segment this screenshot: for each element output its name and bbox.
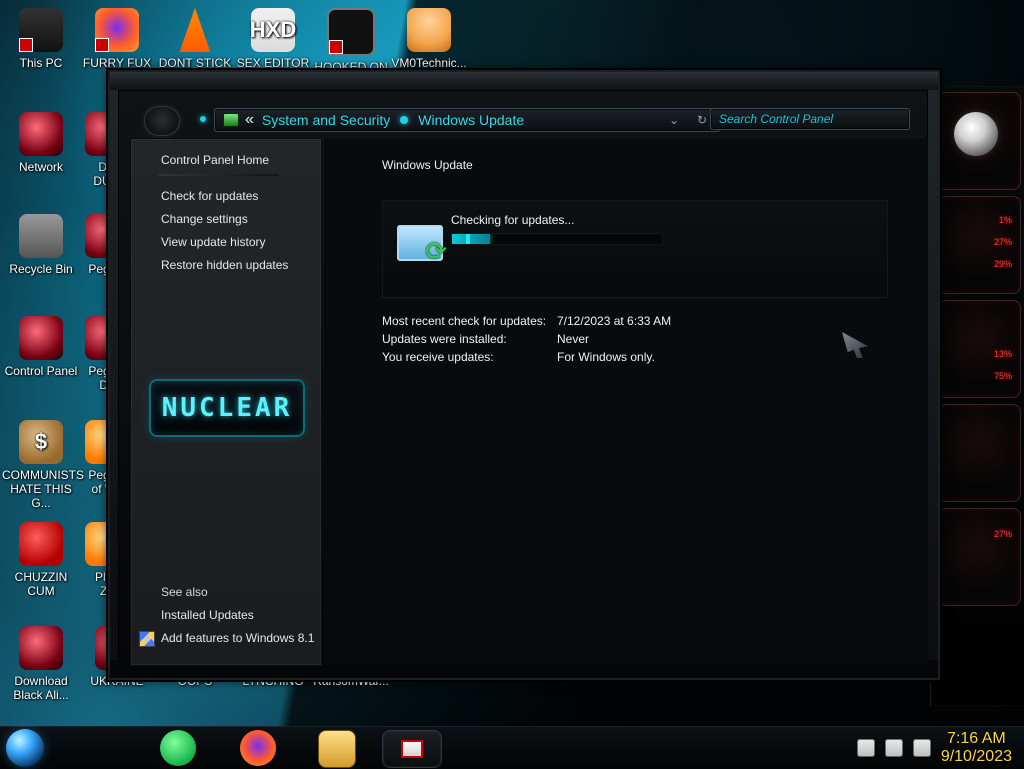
nuclear-logo: NUCLEAR xyxy=(149,379,305,437)
widget-percent: 29% xyxy=(993,259,1012,269)
left-pane: Control Panel Home Check for updates Cha… xyxy=(130,138,322,666)
clock[interactable]: 7:16 AM 9/10/2023 xyxy=(941,730,1012,766)
update-status-box: Checking for updates... xyxy=(382,200,888,298)
taskbar-file-explorer-icon[interactable] xyxy=(318,730,356,768)
address-bar[interactable]: « System and Security Windows Update ⌄ ↻ xyxy=(214,108,720,132)
desktop-icon-label: Download Black Ali... xyxy=(13,674,69,702)
history-dot-icon xyxy=(200,116,206,122)
windows-update-icon xyxy=(397,225,447,267)
recycle-bin-icon xyxy=(19,214,63,258)
windows-features-icon xyxy=(139,631,155,647)
detail-value: For Windows only. xyxy=(557,350,655,364)
clock-time: 7:16 AM xyxy=(947,730,1006,747)
desktop-icon-download-black-ali[interactable]: Download Black Ali... xyxy=(2,626,80,702)
refresh-icon[interactable]: ↻ xyxy=(693,111,711,129)
detail-label: Updates were installed: xyxy=(382,332,507,346)
desktop-icon-label: This PC xyxy=(19,56,63,70)
breadcrumb-separator-icon xyxy=(400,116,409,124)
shortcut-badge-icon xyxy=(95,38,109,52)
search-box[interactable] xyxy=(710,108,910,130)
desktop-icon-dont-stick[interactable]: DONT STICK xyxy=(156,8,234,70)
detail-value: 7/12/2023 at 6:33 AM xyxy=(557,314,672,328)
widget-percent: 27% xyxy=(993,237,1012,247)
this-pc-icon xyxy=(19,8,63,52)
shortcut-badge-icon xyxy=(19,38,33,52)
update-progress-bar xyxy=(451,233,663,245)
desktop-icon-sex-editor[interactable]: HXD SEX EDITOR xyxy=(234,8,312,70)
desktop-icon-label: VM0Technic... xyxy=(391,56,467,70)
clock-date: 9/10/2023 xyxy=(940,748,1012,765)
doctor-icon xyxy=(407,8,451,52)
maze-icon xyxy=(327,8,375,56)
widget-percent: 1% xyxy=(998,215,1012,225)
right-widget-panel: 1% 27% 29% 13% 75% 27% xyxy=(930,86,1024,706)
desktop-icon-furry-fux[interactable]: FURRY FUX xyxy=(78,8,156,70)
progress-marquee-icon xyxy=(458,234,476,244)
widget xyxy=(937,404,1021,502)
search-input[interactable] xyxy=(717,111,903,127)
control-panel-home-link[interactable]: Control Panel Home xyxy=(161,153,269,167)
desktop-icon-vm0technic[interactable]: VM0Technic... xyxy=(390,8,468,70)
left-pane-divider xyxy=(159,174,279,176)
window-frame-left xyxy=(110,90,119,660)
desktop-icon-this-pc[interactable]: This PC xyxy=(2,8,80,70)
desktop-icon-label: DONT STICK xyxy=(158,56,232,70)
window-frame-right xyxy=(927,90,938,660)
desktop-icon-hooked-on[interactable]: HOOKED ON xyxy=(312,8,390,74)
network-icon[interactable] xyxy=(884,739,903,757)
desktop-icon-label: SEX EDITOR xyxy=(236,56,310,70)
view-update-history-link[interactable]: View update history xyxy=(161,235,266,249)
see-also-label: See also xyxy=(161,585,208,599)
update-details: Most recent check for updates: 7/12/2023… xyxy=(382,312,802,366)
detail-value: Never xyxy=(557,332,590,346)
alienware-icon xyxy=(954,112,998,156)
shortcut-badge-icon xyxy=(329,40,343,54)
breadcrumb-windows-update[interactable]: Windows Update xyxy=(418,112,524,128)
detail-label: You receive updates: xyxy=(382,350,494,364)
firefox-icon xyxy=(95,8,139,52)
volume-icon[interactable] xyxy=(912,739,931,757)
hex-editor-icon: HXD xyxy=(250,8,296,52)
chevron-down-icon[interactable]: ⌄ xyxy=(665,111,683,129)
traffic-cone-icon xyxy=(179,8,211,52)
widget-percent: 27% xyxy=(993,529,1012,539)
network-icon xyxy=(19,112,63,156)
update-status-text: Checking for updates... xyxy=(451,213,575,227)
control-panel-icon xyxy=(401,740,423,758)
system-tray: 7:16 AM 9/10/2023 xyxy=(834,727,1024,769)
taskbar-control-panel-button[interactable] xyxy=(382,730,442,768)
detail-row-receive: You receive updates: For Windows only. xyxy=(382,348,802,366)
breadcrumb-system-and-security[interactable]: System and Security xyxy=(262,112,390,128)
detail-label: Most recent check for updates: xyxy=(382,314,547,328)
chuzzle-icon xyxy=(19,522,63,566)
widget: 13% 75% xyxy=(937,300,1021,398)
desktop-icon-label: FURRY FUX xyxy=(82,56,152,70)
money-bag-icon: $ xyxy=(19,420,63,464)
installed-updates-link[interactable]: Installed Updates xyxy=(161,608,254,622)
detail-row-installed: Updates were installed: Never xyxy=(382,330,802,348)
control-panel-icon xyxy=(19,316,63,360)
taskbar: 7:16 AM 9/10/2023 xyxy=(0,726,1024,769)
breadcrumb-back-icon[interactable]: « xyxy=(245,111,254,129)
widget-percent: 13% xyxy=(993,349,1012,359)
change-settings-link[interactable]: Change settings xyxy=(161,212,248,226)
widget: 27% xyxy=(937,508,1021,606)
control-panel-window: « System and Security Windows Update ⌄ ↻… xyxy=(108,70,940,680)
nuclear-logo-text: NUCLEAR xyxy=(161,393,293,423)
taskbar-notes-icon[interactable] xyxy=(160,730,196,766)
download-icon xyxy=(19,626,63,670)
widget: 1% 27% 29% xyxy=(937,196,1021,294)
page-title: Windows Update xyxy=(382,158,473,172)
add-features-link[interactable]: Add features to Windows 8.1 xyxy=(161,631,314,645)
check-for-updates-link[interactable]: Check for updates xyxy=(161,189,258,203)
start-button[interactable] xyxy=(6,729,44,767)
control-panel-icon xyxy=(223,113,239,127)
main-pane: Windows Update Checking for updates... M… xyxy=(324,138,928,664)
restore-hidden-updates-link[interactable]: Restore hidden updates xyxy=(161,258,288,272)
widget-percent: 75% xyxy=(993,371,1012,381)
flag-warning-icon[interactable] xyxy=(856,739,875,757)
detail-row-last-check: Most recent check for updates: 7/12/2023… xyxy=(382,312,802,330)
taskbar-firefox-icon[interactable] xyxy=(240,730,276,766)
navigation-back-forward[interactable] xyxy=(144,106,180,136)
